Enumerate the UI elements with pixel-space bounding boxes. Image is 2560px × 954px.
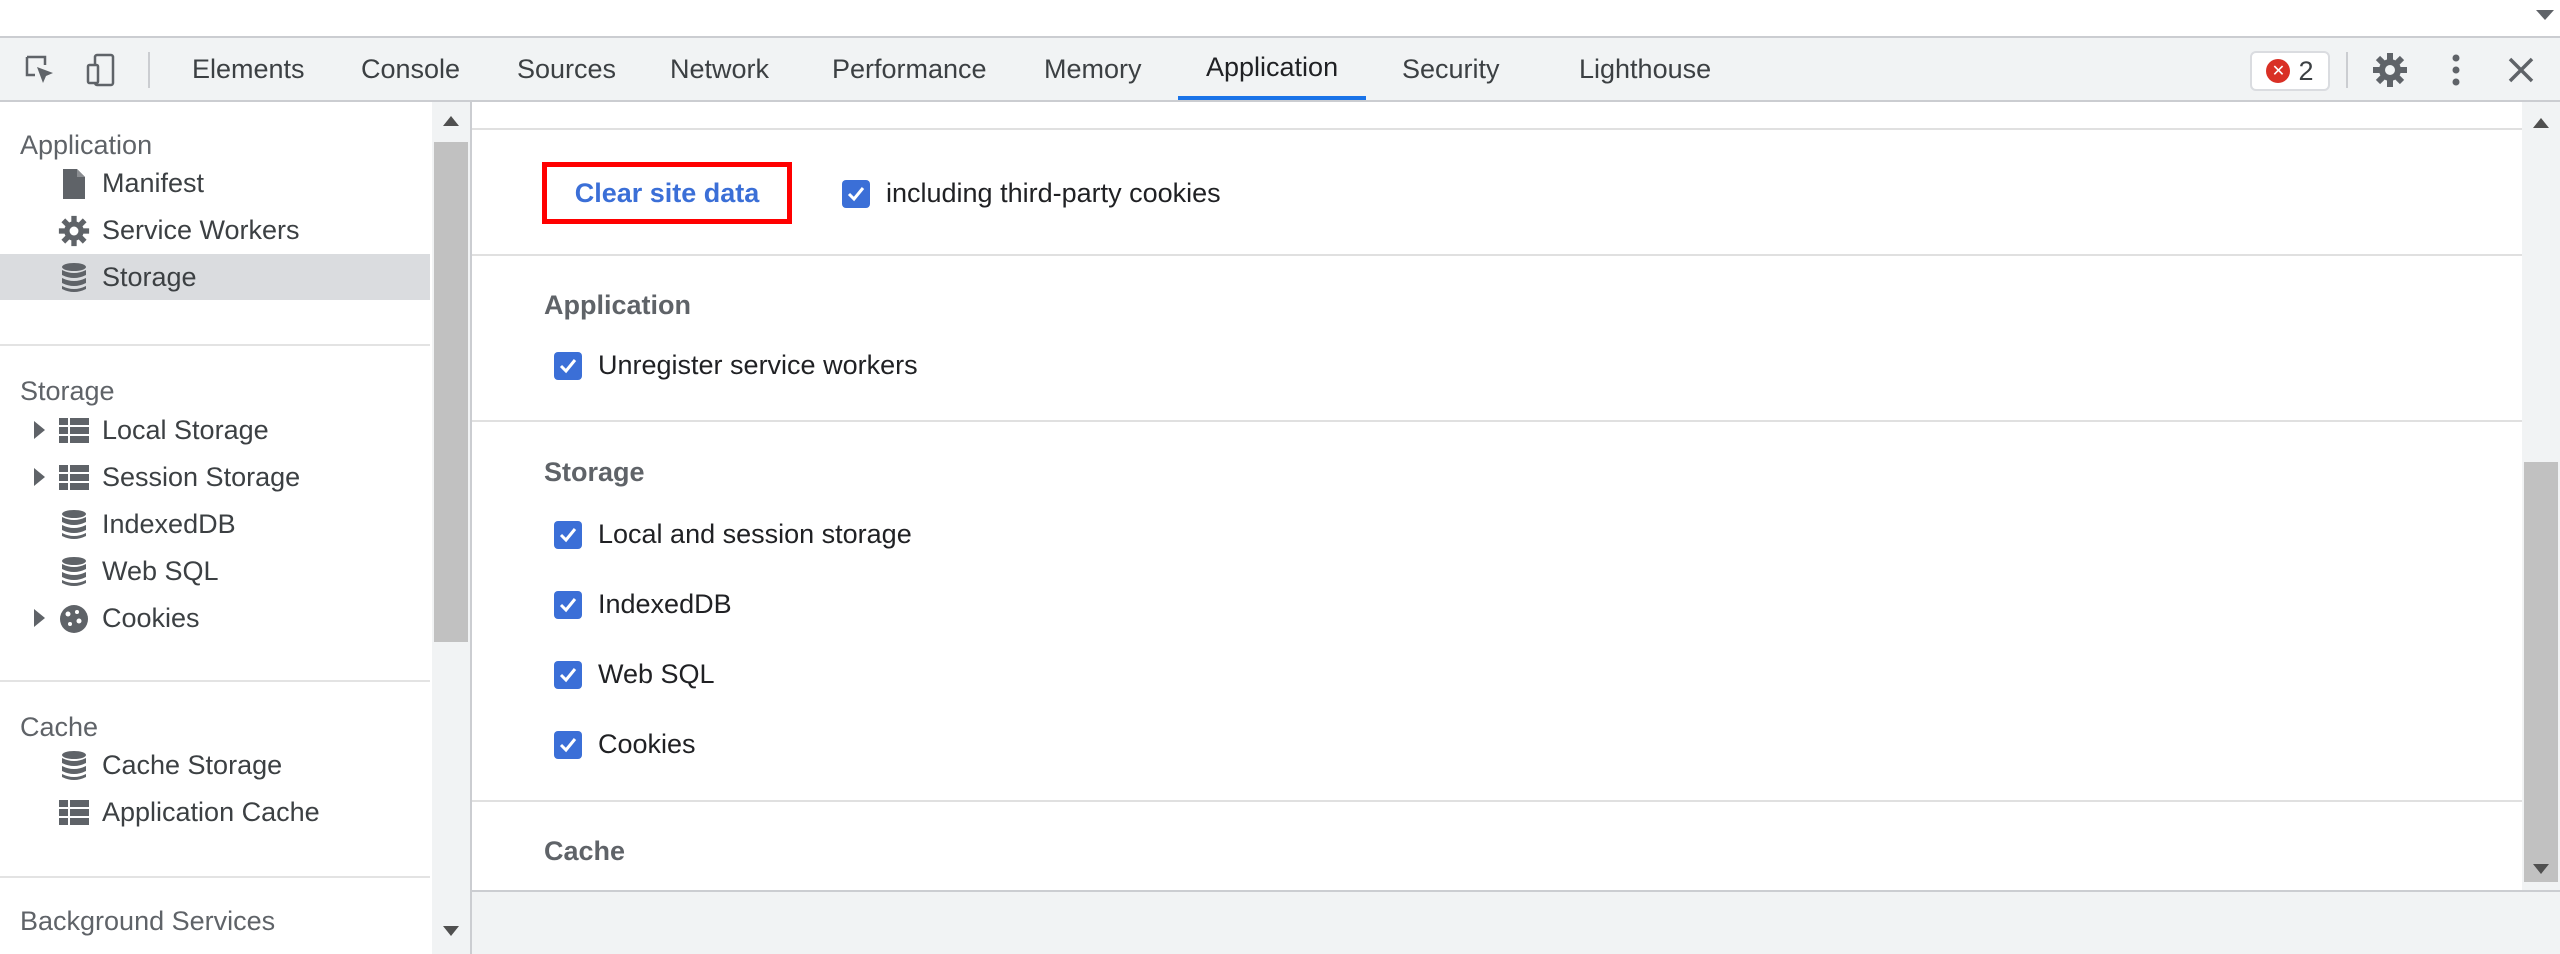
scroll-down-arrow-icon[interactable] [2533,864,2549,874]
toolbar-separator [148,52,150,88]
checkbox-label: including third-party cookies [886,178,1221,208]
sidebar-item-application-cache[interactable]: Application Cache [0,789,430,835]
tab-elements[interactable]: Elements [164,38,333,100]
unregister-service-workers-checkbox-row[interactable]: Unregister service workers [554,350,918,381]
bottom-gray-area [472,890,2560,954]
devtools-toolbar: Elements Console Sources Network Perform… [0,38,2560,102]
checkbox-label: IndexedDB [598,589,732,619]
tab-console[interactable]: Console [333,38,488,100]
sidebar-item-label: Storage [102,261,197,292]
toolbar-separator [2346,52,2348,88]
close-icon[interactable] [2503,52,2539,88]
sidebar-item-label: Service Workers [102,214,300,245]
sidebar-scrollbar-thumb[interactable] [434,142,468,642]
sidebar-item-cookies[interactable]: Cookies [0,595,430,641]
checkbox-label: Local and session storage [598,519,912,549]
web-sql-checkbox-row[interactable]: Web SQL [554,659,715,690]
tab-lighthouse[interactable]: Lighthouse [1551,38,1739,100]
checkbox-checked-icon[interactable] [554,351,582,380]
main-scrollbar-thumb[interactable] [2524,462,2558,882]
sidebar-heading-application: Application [20,130,153,160]
clear-storage-panel: Clear site data including third-party co… [472,102,2560,954]
sidebar-item-manifest[interactable]: Manifest [0,160,430,206]
table-grid-icon [58,415,90,447]
tab-network[interactable]: Network [642,38,797,100]
sidebar-item-label: Session Storage [102,461,301,492]
checkbox-label: Web SQL [598,659,715,689]
expand-arrow-icon[interactable] [34,609,45,627]
sidebar-divider [0,344,430,346]
local-session-storage-checkbox-row[interactable]: Local and session storage [554,519,912,550]
section-heading-application: Application [544,290,691,320]
table-grid-icon [58,462,90,494]
more-options-icon[interactable] [2438,52,2474,88]
checkbox-checked-icon[interactable] [842,179,870,208]
tab-memory[interactable]: Memory [1016,38,1170,100]
sidebar-divider [0,680,430,682]
checkbox-checked-icon[interactable] [554,730,582,759]
sidebar-item-label: Manifest [102,167,205,198]
section-heading-cache: Cache [544,836,626,866]
sidebar: Application Manifest Service Workers Sto… [0,102,472,954]
expand-arrow-icon[interactable] [34,421,45,439]
device-toolbar-icon[interactable] [84,52,120,88]
tab-sources[interactable]: Sources [489,38,644,100]
cookie-icon [58,603,90,635]
sidebar-item-session-storage[interactable]: Session Storage [0,454,430,500]
sidebar-item-label: IndexedDB [102,508,236,539]
sidebar-item-cache-storage[interactable]: Cache Storage [0,742,430,788]
database-icon [58,556,90,588]
scroll-down-arrow-icon[interactable] [443,926,459,936]
clear-site-data-button[interactable]: Clear site data [542,162,792,224]
section-divider [472,128,2522,130]
document-icon [58,168,90,200]
error-count-badge[interactable]: ✕ 2 [2250,51,2330,91]
section-heading-storage: Storage [544,457,645,487]
section-divider [472,800,2522,802]
sidebar-item-web-sql[interactable]: Web SQL [0,548,430,594]
sidebar-heading-cache: Cache [20,712,99,742]
database-icon [58,750,90,782]
scroll-up-arrow-icon[interactable] [443,116,459,126]
checkbox-checked-icon[interactable] [554,590,582,619]
checkbox-label: Cookies [598,729,696,759]
expand-arrow-icon[interactable] [34,468,45,486]
database-icon [58,262,90,294]
table-grid-icon [58,797,90,829]
sidebar-heading-storage: Storage [20,376,115,406]
sidebar-heading-background-services: Background Services [20,906,276,936]
checkbox-checked-icon[interactable] [554,520,582,549]
settings-gear-icon[interactable] [2372,52,2408,88]
sidebar-item-label: Web SQL [102,555,219,586]
sidebar-item-indexeddb[interactable]: IndexedDB [0,501,430,547]
dropdown-arrow-icon[interactable] [2536,10,2554,20]
cookies-checkbox-row[interactable]: Cookies [554,729,696,760]
section-divider [472,420,2522,422]
error-icon: ✕ [2266,59,2291,83]
sidebar-item-service-workers[interactable]: Service Workers [0,207,430,253]
error-count: 2 [2298,55,2314,86]
tab-performance[interactable]: Performance [804,38,1015,100]
scroll-up-arrow-icon[interactable] [2533,118,2549,128]
sidebar-item-local-storage[interactable]: Local Storage [0,407,430,453]
sidebar-item-label: Local Storage [102,414,269,445]
third-party-cookies-checkbox-row[interactable]: including third-party cookies [842,178,1221,209]
indexeddb-checkbox-row[interactable]: IndexedDB [554,589,732,620]
sidebar-item-storage[interactable]: Storage [0,254,430,300]
inspect-element-icon[interactable] [22,52,58,88]
sidebar-divider [0,876,430,878]
tab-security[interactable]: Security [1374,38,1528,100]
sidebar-item-label: Cookies [102,602,200,633]
section-divider [472,254,2522,256]
sidebar-item-label: Cache Storage [102,749,283,780]
checkbox-label: Unregister service workers [598,350,918,380]
gear-icon [58,215,90,247]
tab-application[interactable]: Application [1178,38,1367,100]
database-icon [58,509,90,541]
window-top-strip [0,0,2560,38]
sidebar-item-label: Application Cache [102,796,320,827]
checkbox-checked-icon[interactable] [554,660,582,689]
